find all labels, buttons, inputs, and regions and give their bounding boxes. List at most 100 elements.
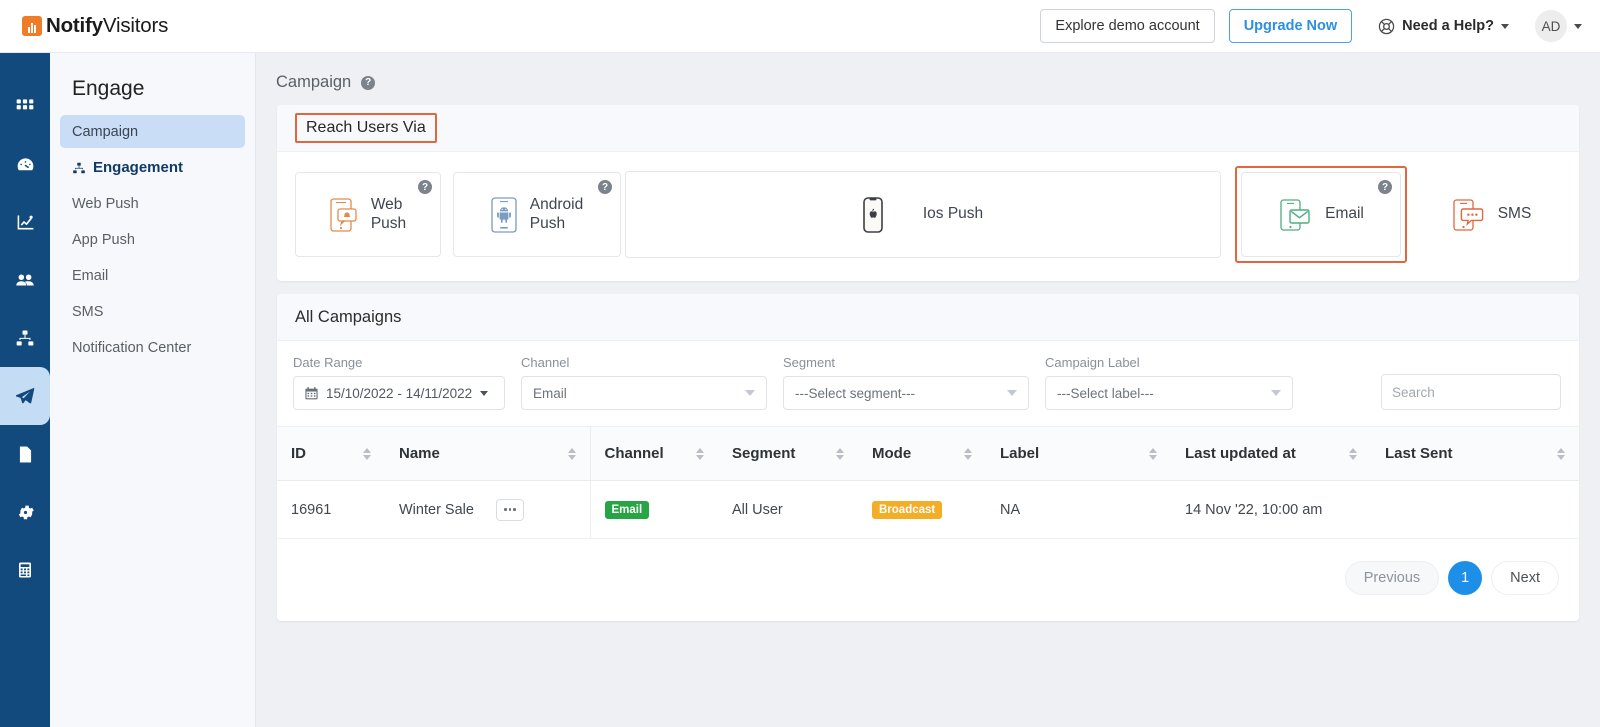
campaign-label-select-value: ---Select label---: [1057, 385, 1154, 401]
channel-select-value: Email: [533, 385, 567, 401]
segment-select[interactable]: ---Select segment---: [783, 376, 1029, 410]
page-number-1[interactable]: 1: [1448, 561, 1483, 595]
sidebar-item-notification-center[interactable]: Notification Center: [60, 331, 245, 364]
chevron-down-icon: [745, 390, 755, 396]
channel-label: Web Push: [370, 195, 407, 232]
sort-toggle-icon[interactable]: [1149, 447, 1157, 460]
channel-card-email[interactable]: ? Email: [1241, 172, 1401, 257]
campaigns-table-head: ID Name Channel Segment Mode Label Last …: [277, 426, 1579, 481]
mode-badge: Broadcast: [872, 500, 943, 519]
rail-item-media[interactable]: [0, 425, 50, 483]
sort-toggle-icon[interactable]: [696, 447, 704, 460]
sidebar-item-label: Engagement: [93, 159, 184, 176]
sort-toggle-icon[interactable]: [363, 447, 371, 460]
channel-label: Email: [1325, 205, 1364, 223]
sidebar-item-web-push[interactable]: Web Push: [60, 187, 245, 220]
column-label: Last Sent: [1385, 445, 1453, 462]
sidebar-item-label: Email: [72, 267, 109, 284]
cell-id: 16961: [277, 480, 385, 539]
rail-item-engage[interactable]: [0, 367, 50, 425]
sidebar-item-email[interactable]: Email: [60, 259, 245, 292]
table-row[interactable]: 16961 Winter Sale Email All User Broadca…: [277, 480, 1579, 539]
upgrade-now-button[interactable]: Upgrade Now: [1228, 9, 1353, 43]
explore-demo-account-button[interactable]: Explore demo account: [1040, 9, 1215, 43]
channel-label: SMS: [1497, 205, 1532, 223]
rail-item-apps[interactable]: [0, 77, 50, 135]
sort-toggle-icon[interactable]: [836, 447, 844, 460]
cell-channel: Email: [589, 480, 718, 539]
campaigns-table-body: 16961 Winter Sale Email All User Broadca…: [277, 480, 1579, 539]
channel-label: Ios Push: [922, 205, 984, 223]
rail-item-analytics[interactable]: [0, 193, 50, 251]
previous-page-button[interactable]: Previous: [1344, 561, 1440, 595]
channel-select[interactable]: Email: [521, 376, 767, 410]
sidebar-item-label: App Push: [72, 231, 135, 248]
column-header-channel[interactable]: Channel: [589, 426, 718, 481]
campaign-label-select[interactable]: ---Select label---: [1045, 376, 1293, 410]
campaign-filters: Date Range 15/10/2022 - 14/11/2022 Chann…: [277, 341, 1579, 426]
brand-name-bold: Notify: [46, 14, 103, 37]
rail-item-sitemap[interactable]: [0, 309, 50, 367]
sort-toggle-icon[interactable]: [1349, 447, 1357, 460]
column-header-mode[interactable]: Mode: [858, 426, 986, 481]
all-campaigns-panel: All Campaigns Date Range 15/10/2022 - 14…: [277, 294, 1579, 621]
sidebar-item-app-push[interactable]: App Push: [60, 223, 245, 256]
search-input[interactable]: [1392, 384, 1569, 400]
search-box[interactable]: [1381, 374, 1569, 410]
next-page-button[interactable]: Next: [1491, 561, 1559, 595]
web-push-phone-icon: [330, 197, 357, 232]
row-actions-button[interactable]: [495, 498, 524, 521]
all-campaigns-header: All Campaigns: [277, 294, 1579, 341]
rail-item-calculator[interactable]: [0, 541, 50, 599]
campaigns-table: ID Name Channel Segment Mode Label Last …: [277, 426, 1579, 539]
column-header-last-updated[interactable]: Last updated at: [1171, 426, 1371, 481]
column-header-id[interactable]: ID: [277, 426, 385, 481]
help-icon[interactable]: ?: [1378, 180, 1392, 194]
sms-chat-phone-icon: [1453, 198, 1484, 231]
filter-label: Date Range: [293, 355, 363, 370]
filter-label: Channel: [521, 355, 570, 370]
channel-card-ios-push[interactable]: Ios Push: [625, 171, 1221, 258]
brand-logo[interactable]: NotifyVisitors: [22, 14, 168, 38]
rail-item-dashboard[interactable]: [0, 135, 50, 193]
chevron-down-icon: [480, 390, 489, 396]
analytics-chart-icon: [17, 215, 33, 229]
cell-last-sent: [1371, 480, 1579, 539]
sidebar-item-campaign[interactable]: Campaign: [60, 115, 245, 148]
sidebar-title: Engage: [72, 77, 145, 100]
account-menu[interactable]: AD: [1535, 10, 1582, 42]
help-icon[interactable]: ?: [598, 180, 612, 194]
channel-card-sms[interactable]: SMS: [1421, 172, 1561, 257]
campaign-name: Winter Sale: [399, 501, 474, 518]
rail-item-audience[interactable]: [0, 251, 50, 309]
help-icon[interactable]: ?: [418, 180, 432, 194]
channel-card-android-push[interactable]: ? Android Push: [453, 172, 621, 257]
channel-slot-sms: SMS: [1421, 172, 1561, 257]
sidebar-item-sms[interactable]: SMS: [60, 295, 245, 328]
cell-mode: Broadcast: [858, 480, 986, 539]
email-envelope-phone-icon: [1280, 198, 1310, 231]
column-label: ID: [291, 445, 306, 462]
page-title: Campaign: [276, 73, 352, 91]
audience-users-icon: [16, 274, 34, 286]
sort-toggle-icon[interactable]: [567, 447, 576, 460]
column-header-last-sent[interactable]: Last Sent: [1371, 426, 1579, 481]
column-header-label[interactable]: Label: [986, 426, 1171, 481]
sidebar-item-label: Web Push: [72, 195, 139, 212]
sort-toggle-icon[interactable]: [1557, 447, 1565, 460]
sidebar-item-label: Campaign: [72, 123, 139, 140]
column-header-name[interactable]: Name: [385, 426, 590, 481]
sidebar-item-label: SMS: [72, 303, 104, 320]
rail-item-settings[interactable]: [0, 483, 50, 541]
help-icon[interactable]: ?: [361, 75, 376, 90]
engage-send-icon: [15, 387, 35, 404]
cell-label: NA: [986, 480, 1171, 539]
channel-selector: ? Web Push ? Android Push Ios Push ? Ema…: [277, 152, 1579, 281]
sidebar-item-label: Notification Center: [72, 339, 192, 356]
channel-card-web-push[interactable]: ? Web Push: [295, 172, 441, 257]
column-header-segment[interactable]: Segment: [718, 426, 858, 481]
sort-toggle-icon[interactable]: [964, 447, 972, 460]
sidebar-item-engagement[interactable]: Engagement: [60, 151, 245, 184]
date-range-picker[interactable]: 15/10/2022 - 14/11/2022: [293, 376, 505, 410]
need-help-menu[interactable]: Need a Help?: [1378, 18, 1509, 35]
